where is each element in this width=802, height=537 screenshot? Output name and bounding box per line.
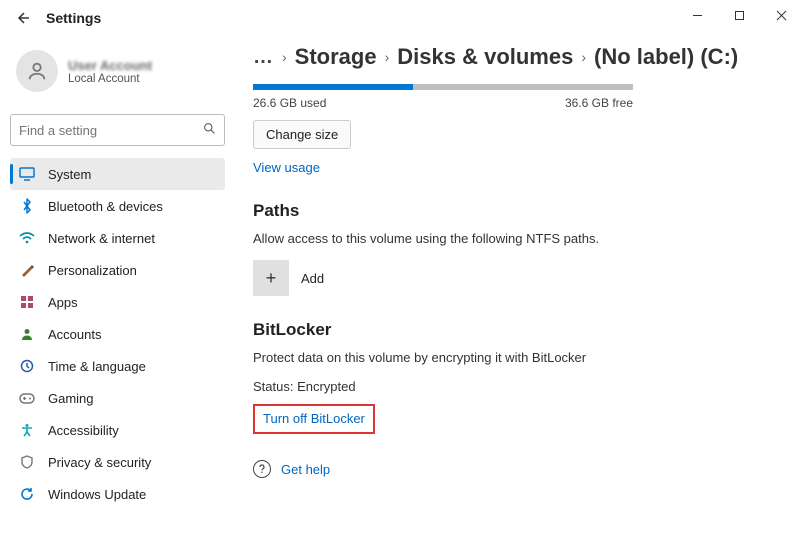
sidebar-item-label: Apps <box>48 295 78 310</box>
chevron-right-icon: › <box>581 49 586 65</box>
sidebar-item-apps[interactable]: Apps <box>10 286 225 318</box>
storage-usage-fill <box>253 84 413 90</box>
sidebar-item-label: System <box>48 167 91 182</box>
chevron-right-icon: › <box>282 49 287 65</box>
sidebar-item-label: Network & internet <box>48 231 155 246</box>
close-icon <box>776 10 787 21</box>
bitlocker-heading: BitLocker <box>253 320 774 340</box>
sidebar-item-label: Accessibility <box>48 423 119 438</box>
back-button[interactable] <box>8 4 36 32</box>
apps-icon <box>18 293 36 311</box>
storage-free-label: 36.6 GB free <box>565 96 633 110</box>
main-panel: … › Storage › Disks & volumes › (No labe… <box>235 36 802 537</box>
gaming-icon <box>18 389 36 407</box>
account-subtitle: Local Account <box>68 73 152 85</box>
titlebar: Settings <box>0 0 802 36</box>
accessibility-icon <box>18 421 36 439</box>
avatar <box>16 50 58 92</box>
sidebar-item-update[interactable]: Windows Update <box>10 478 225 510</box>
sidebar-item-label: Time & language <box>48 359 146 374</box>
breadcrumb-disks[interactable]: Disks & volumes <box>397 44 573 70</box>
paths-heading: Paths <box>253 201 774 221</box>
sidebar-item-accounts[interactable]: Accounts <box>10 318 225 350</box>
sidebar-item-label: Accounts <box>48 327 101 342</box>
change-size-button[interactable]: Change size <box>253 120 351 149</box>
breadcrumb-overflow[interactable]: … <box>253 46 274 69</box>
plus-icon[interactable]: + <box>253 260 289 296</box>
nav-list: System Bluetooth & devices Network & int… <box>10 158 225 510</box>
sidebar-item-label: Bluetooth & devices <box>48 199 163 214</box>
sidebar-item-label: Personalization <box>48 263 137 278</box>
chevron-right-icon: › <box>385 49 390 65</box>
sidebar-item-time[interactable]: Time & language <box>10 350 225 382</box>
sidebar-item-privacy[interactable]: Privacy & security <box>10 446 225 478</box>
sidebar-item-bluetooth[interactable]: Bluetooth & devices <box>10 190 225 222</box>
shield-icon <box>18 453 36 471</box>
search-icon <box>203 122 216 138</box>
sidebar-item-label: Gaming <box>48 391 94 406</box>
bluetooth-icon <box>18 197 36 215</box>
sidebar-item-system[interactable]: System <box>10 158 225 190</box>
account-block[interactable]: User Account Local Account <box>10 50 225 92</box>
search-box[interactable] <box>10 114 225 146</box>
add-path-row[interactable]: + Add <box>253 260 774 296</box>
paths-description: Allow access to this volume using the fo… <box>253 231 774 246</box>
turn-off-bitlocker-link[interactable]: Turn off BitLocker <box>263 411 365 426</box>
help-icon <box>253 460 271 478</box>
storage-usage-labels: 26.6 GB used 36.6 GB free <box>253 96 633 110</box>
view-usage-link[interactable]: View usage <box>253 160 320 175</box>
add-path-label: Add <box>301 271 324 286</box>
settings-window: Settings User Account Local Account <box>0 0 802 537</box>
sidebar-item-network[interactable]: Network & internet <box>10 222 225 254</box>
body: User Account Local Account System Blueto… <box>0 36 802 537</box>
bitlocker-description: Protect data on this volume by encryptin… <box>253 350 774 365</box>
maximize-icon <box>734 10 745 21</box>
storage-used-label: 26.6 GB used <box>253 96 326 110</box>
close-button[interactable] <box>760 0 802 30</box>
sidebar-item-accessibility[interactable]: Accessibility <box>10 414 225 446</box>
arrow-left-icon <box>15 11 29 25</box>
breadcrumb-storage[interactable]: Storage <box>295 44 377 70</box>
breadcrumb-current: (No label) (C:) <box>594 44 738 70</box>
minimize-icon <box>692 10 703 21</box>
get-help-link[interactable]: Get help <box>281 462 330 477</box>
turn-off-bitlocker-highlight: Turn off BitLocker <box>253 404 375 434</box>
wifi-icon <box>18 229 36 247</box>
sidebar-item-gaming[interactable]: Gaming <box>10 382 225 414</box>
clock-icon <box>18 357 36 375</box>
sidebar-item-label: Privacy & security <box>48 455 151 470</box>
sidebar-item-personalization[interactable]: Personalization <box>10 254 225 286</box>
storage-usage-bar <box>253 84 633 90</box>
window-controls <box>676 0 802 30</box>
paint-icon <box>18 261 36 279</box>
minimize-button[interactable] <box>676 0 718 30</box>
search-input[interactable] <box>19 123 203 138</box>
get-help-row[interactable]: Get help <box>253 460 774 478</box>
account-text: User Account Local Account <box>68 58 152 85</box>
update-icon <box>18 485 36 503</box>
person-icon <box>26 60 48 82</box>
maximize-button[interactable] <box>718 0 760 30</box>
bitlocker-status: Status: Encrypted <box>253 379 774 394</box>
sidebar-item-label: Windows Update <box>48 487 146 502</box>
window-title: Settings <box>46 10 101 26</box>
system-icon <box>18 165 36 183</box>
accounts-icon <box>18 325 36 343</box>
account-name: User Account <box>68 58 152 73</box>
sidebar: User Account Local Account System Blueto… <box>0 36 235 537</box>
breadcrumb: … › Storage › Disks & volumes › (No labe… <box>253 44 774 70</box>
